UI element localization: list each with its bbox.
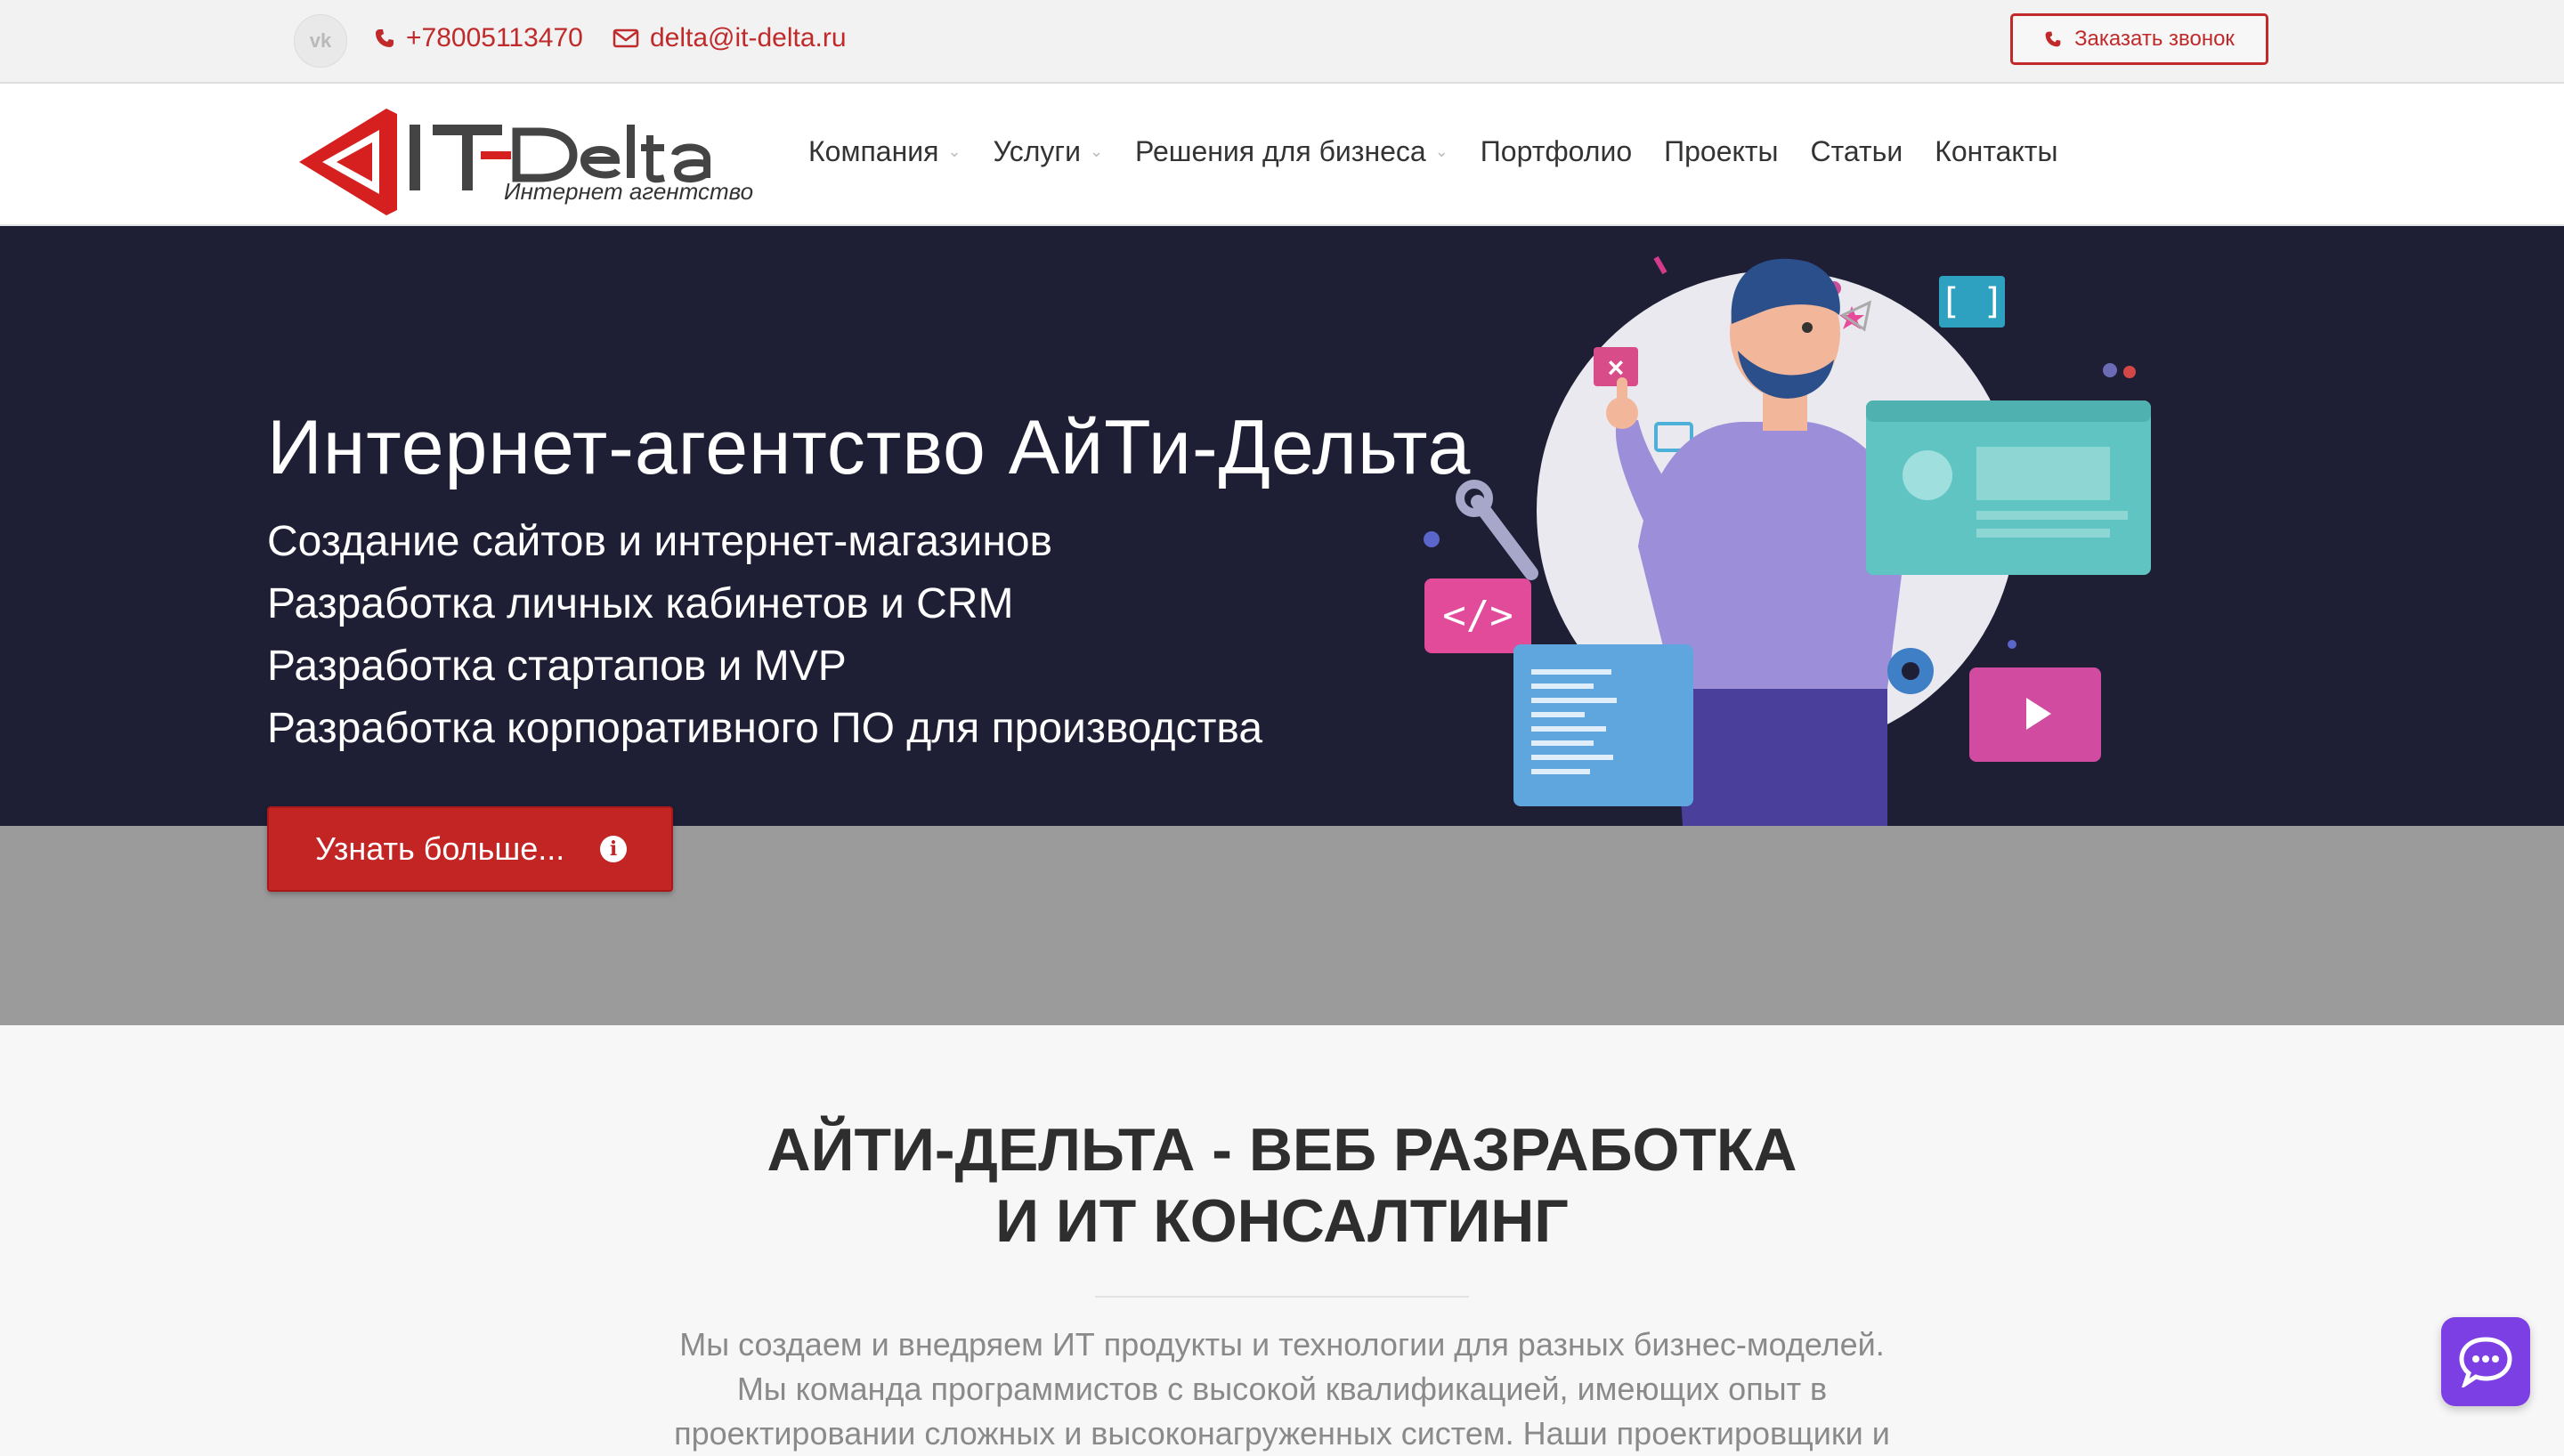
section-title-line: АЙТИ-ДЕЛЬТА - ВЕБ РАЗРАБОТКА <box>767 1116 1797 1184</box>
nav-item-contacts[interactable]: Контакты <box>1935 135 2057 168</box>
chat-bubble-icon <box>2459 1337 2512 1387</box>
hero-banner: [ ] × </> Интернет-агентство АйТи-Дельта… <box>0 226 2564 826</box>
nav-menu: Компания ⌄ Услуги ⌄ Решения для бизнеса ⌄ П… <box>808 135 2089 168</box>
section-text-line: проектировании сложных и высоконагруженн… <box>674 1415 1890 1452</box>
nav-label: Портфолио <box>1480 135 1633 167</box>
developer-illustration: [ ] × </> <box>1424 255 2151 826</box>
nav-item-services[interactable]: Услуги ⌄ <box>994 135 1104 168</box>
section-title: АЙТИ-ДЕЛЬТА - ВЕБ РАЗРАБОТКА И ИТ КОНСАЛ… <box>0 1114 2564 1257</box>
main-navbar: Интернет агентство Компания ⌄ Услуги ⌄ Реш… <box>0 84 2564 226</box>
phone-link[interactable]: +78005113470 <box>374 23 583 53</box>
nav-label: Статьи <box>1810 135 1903 167</box>
hero-line: Разработка личных кабинетов и CRM <box>267 580 1014 627</box>
chat-widget-button[interactable] <box>2441 1317 2530 1406</box>
vk-label: vk <box>309 29 332 52</box>
section-text-line: Мы создаем и внедряем ИТ продукты и техн… <box>679 1326 1885 1363</box>
logo[interactable]: Интернет агентство <box>290 105 753 217</box>
section-divider <box>1095 1296 1469 1298</box>
nav-label: Компания <box>808 135 939 167</box>
hero-line: Разработка стартапов и MVP <box>267 643 847 690</box>
nav-label: Услуги <box>993 135 1081 167</box>
chevron-down-icon: ⌄ <box>1089 142 1104 160</box>
phone-icon <box>2045 31 2061 47</box>
nav-label: Решения для бизнеса <box>1135 135 1426 167</box>
svg-text:</>: </> <box>1442 593 1513 638</box>
callback-label: Заказать звонок <box>2074 27 2235 51</box>
nav-item-articles[interactable]: Статьи <box>1811 135 1903 168</box>
hero-line: Создание сайтов и интернет-магазинов <box>267 518 1053 565</box>
vk-icon[interactable]: vk <box>294 14 347 68</box>
section-text-line: Мы команда программистов с высокой квали… <box>736 1371 1828 1407</box>
top-bar: vk +78005113470 delta@it-delta.ru Заказа… <box>0 0 2564 84</box>
hero-title: Интернет-агентство АйТи-Дельта <box>267 405 1472 490</box>
section-text: Мы создаем и внедряем ИТ продукты и техн… <box>0 1323 2564 1456</box>
chevron-down-icon: ⌄ <box>1434 142 1448 160</box>
hero-service-list: Создание сайтов и интернет-магазинов Раз… <box>267 511 1262 760</box>
email-link[interactable]: delta@it-delta.ru <box>613 23 847 53</box>
chevron-down-icon: ⌄ <box>947 142 961 160</box>
hero-line: Разработка корпоративного ПО для произво… <box>267 705 1263 752</box>
nav-label: Проекты <box>1664 135 1779 167</box>
phone-number: +78005113470 <box>406 23 583 53</box>
learn-more-label: Узнать больше... <box>315 830 565 867</box>
nav-item-portfolio[interactable]: Портфолио <box>1481 135 1632 168</box>
email-address: delta@it-delta.ru <box>650 23 847 53</box>
info-icon: i <box>600 836 627 862</box>
logo-tagline: Интернет агентство <box>504 178 754 205</box>
learn-more-button[interactable]: Узнать больше... i <box>267 806 673 892</box>
svg-text:[ ]: [ ] <box>1940 281 2004 322</box>
callback-button[interactable]: Заказать звонок <box>2010 13 2268 65</box>
nav-item-projects[interactable]: Проекты <box>1664 135 1778 168</box>
envelope-icon <box>613 28 639 48</box>
nav-item-company[interactable]: Компания ⌄ <box>808 135 961 168</box>
nav-item-business-solutions[interactable]: Решения для бизнеса ⌄ <box>1135 135 1448 168</box>
phone-icon <box>376 29 394 47</box>
section-title-line: И ИТ КОНСАЛТИНГ <box>995 1187 1569 1255</box>
nav-label: Контакты <box>1935 135 2058 167</box>
